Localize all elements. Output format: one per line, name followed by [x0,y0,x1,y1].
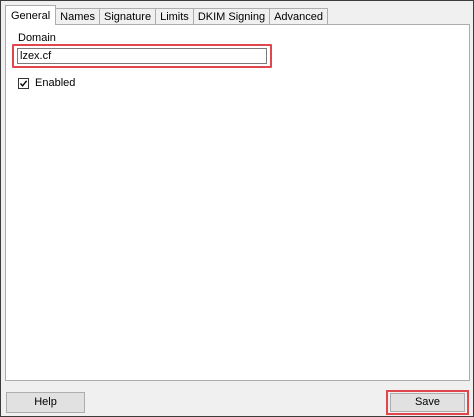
domain-field-highlight [12,44,272,68]
tab-general[interactable]: General [5,5,57,25]
enabled-checkbox[interactable] [18,77,29,89]
checkmark-icon [19,79,28,87]
domain-label: Domain [18,32,56,44]
enabled-row: Enabled [18,77,75,89]
tab-limits[interactable]: Limits [155,8,194,25]
tab-signature[interactable]: Signature [98,8,157,25]
domain-input[interactable] [17,48,267,64]
tab-strip: General Names Signature Limits DKIM Sign… [5,5,329,25]
save-button[interactable]: Save [390,393,465,412]
general-tab-panel: Domain Enabled [5,24,470,381]
tab-names[interactable]: Names [55,8,100,25]
help-button[interactable]: Help [6,392,85,413]
tab-advanced[interactable]: Advanced [269,8,329,25]
domain-settings-window: General Names Signature Limits DKIM Sign… [0,0,474,417]
tab-dkim-signing[interactable]: DKIM Signing [192,8,271,25]
enabled-label: Enabled [35,77,76,89]
